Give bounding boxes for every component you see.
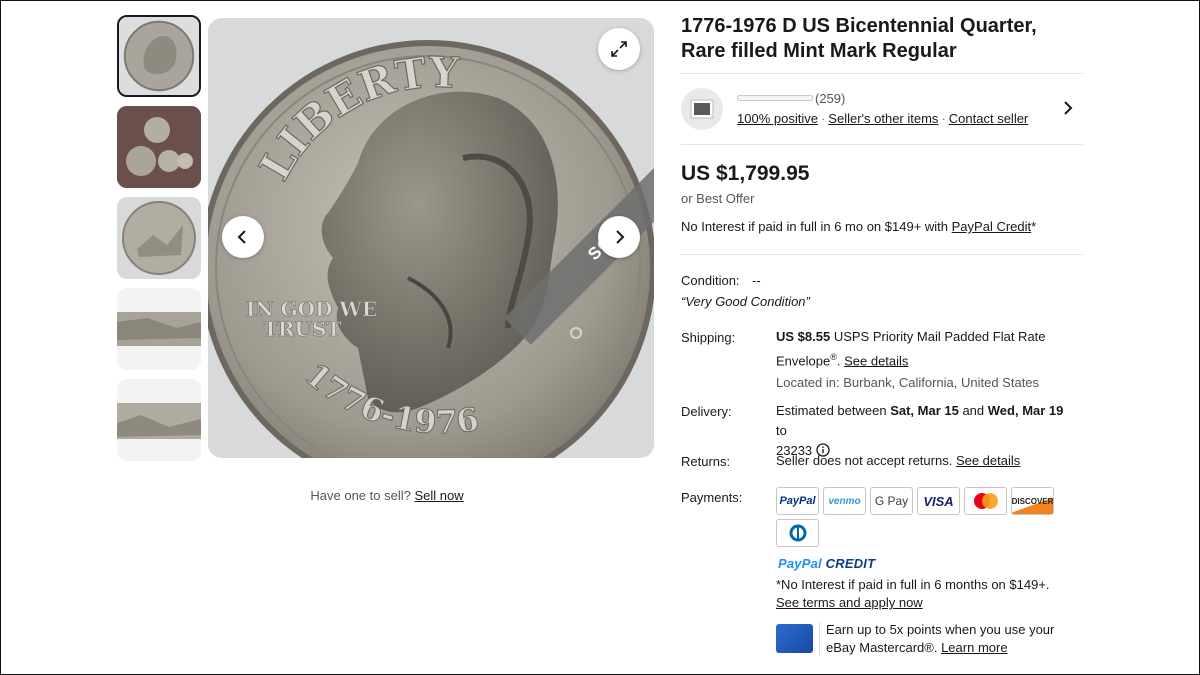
coin-reverse-thumb-icon <box>117 197 201 279</box>
coin-edge-thumb-icon <box>117 379 201 461</box>
paypal-credit-note: *No Interest if paid in full in 6 months… <box>776 576 1076 612</box>
condition-label: Condition: <box>681 273 740 288</box>
chevron-right-icon <box>616 230 625 244</box>
paypal-credit-logo-a: PayPal <box>778 556 822 571</box>
see-terms-link[interactable]: See terms and apply now <box>776 595 923 610</box>
returns-label: Returns: <box>681 454 731 469</box>
paypal-credit-link[interactable]: PayPal Credit <box>952 219 1031 234</box>
condition-note: “Very Good Condition” <box>681 294 810 309</box>
seller-other-items-link[interactable]: Seller's other items <box>828 111 938 126</box>
paypal-credit-logo-b: CREDIT <box>825 556 876 571</box>
seller-feedback-count: (259) <box>815 91 846 106</box>
learn-more-link[interactable]: Learn more <box>941 640 1007 655</box>
seller-links: 100% positive · Seller's other items · Conta… <box>737 111 1028 126</box>
returns-text: Seller does not accept returns. <box>776 453 956 468</box>
delivery-to: to <box>776 423 787 438</box>
divider <box>681 254 1083 255</box>
positive-feedback-link[interactable]: 100% positive <box>737 111 818 126</box>
ebay-mastercard-image <box>776 624 813 653</box>
main-product-image[interactable]: LIBERTY IN GOD WE TRUST 1776-1976 SOLD <box>208 18 654 458</box>
next-image-button[interactable] <box>598 216 640 258</box>
shipping-see-details-link[interactable]: See details <box>844 353 908 368</box>
seller-avatar[interactable] <box>681 88 723 130</box>
coin-motto-line2: TRUST <box>263 317 341 341</box>
venmo-icon: venmo <box>823 487 866 515</box>
coin-obverse-thumb-icon <box>119 17 199 95</box>
paypal-credit-logo: PayPal CREDIT <box>778 556 875 571</box>
google-pay-icon: G Pay <box>870 487 913 515</box>
delivery-prefix: Estimated between <box>776 403 891 418</box>
diners-circle-icon <box>789 524 806 542</box>
seller-card[interactable]: (259) 100% positive · Seller's other items… <box>681 88 1083 132</box>
listing-title: 1776-1976 D US Bicentennial Quarter, Rar… <box>681 15 1037 62</box>
paypal-icon: PayPal <box>776 487 819 515</box>
item-location: Located in: Burbank, California, United … <box>776 375 1040 391</box>
divider <box>681 73 1083 74</box>
delivery-and: and <box>958 403 988 418</box>
sell-now-link[interactable]: Sell now <box>414 488 463 503</box>
delivery-start: Sat, Mar 15 <box>890 403 959 418</box>
no-interest-note: *No Interest if paid in full in 6 months… <box>776 577 1050 592</box>
delivery-end: Wed, Mar 19 <box>987 403 1064 418</box>
separator: · <box>820 111 826 126</box>
photo-placeholder-icon <box>690 99 714 119</box>
divider <box>819 622 820 656</box>
thumbnail-3[interactable] <box>117 197 201 279</box>
expand-image-button[interactable] <box>598 28 640 70</box>
seller-name-redacted <box>737 95 813 101</box>
paypal-credit-promo: No Interest if paid in full in 6 mo on $… <box>681 219 1036 234</box>
registered-mark: ® <box>830 352 837 362</box>
ebay-mastercard-promo: Earn up to 5x points when you use your e… <box>826 621 1086 657</box>
thumbnail-strip <box>117 15 201 461</box>
thumbnail-1[interactable] <box>117 15 201 97</box>
asterisk: * <box>1031 219 1037 234</box>
mastercard-circles-icon <box>973 493 998 509</box>
chevron-right-icon[interactable] <box>1061 100 1075 116</box>
expand-icon <box>611 41 627 57</box>
thumbnail-4[interactable] <box>117 288 201 370</box>
price: US $1,799.95 <box>681 162 810 185</box>
diners-club-icon <box>776 519 819 547</box>
separator: · <box>941 111 946 126</box>
coin-closeup-thumb-icon <box>117 288 201 370</box>
payments-label: Payments: <box>681 490 743 505</box>
previous-image-button[interactable] <box>222 216 264 258</box>
divider <box>681 144 1083 145</box>
thumbnail-5[interactable] <box>117 379 201 461</box>
returns-see-details-link[interactable]: See details <box>956 453 1020 468</box>
paypal-credit-text: No Interest if paid in full in 6 mo on $… <box>681 219 952 234</box>
visa-icon: VISA <box>917 487 960 515</box>
condition-value: -- <box>752 273 761 288</box>
contact-seller-link[interactable]: Contact seller <box>949 111 1028 126</box>
sell-prompt-text: Have one to sell? <box>310 488 411 503</box>
discover-icon: DISCOVER <box>1011 487 1054 515</box>
delivery-label: Delivery: <box>681 404 732 419</box>
best-offer-text: or Best Offer <box>681 191 755 206</box>
shipping-label: Shipping: <box>681 330 736 345</box>
returns-details: Seller does not accept returns. See deta… <box>776 451 1076 471</box>
thumbnail-2[interactable] <box>117 106 201 188</box>
mastercard-icon <box>964 487 1007 515</box>
coin-group-thumb-icon <box>117 106 201 188</box>
chevron-left-icon <box>237 230 246 244</box>
sell-prompt: Have one to sell? Sell now <box>208 488 566 503</box>
shipping-cost: US $8.55 <box>776 329 831 344</box>
period: . <box>836 353 845 369</box>
shipping-details: US $8.55 USPS Priority Mail Padded Flat … <box>776 327 1076 393</box>
